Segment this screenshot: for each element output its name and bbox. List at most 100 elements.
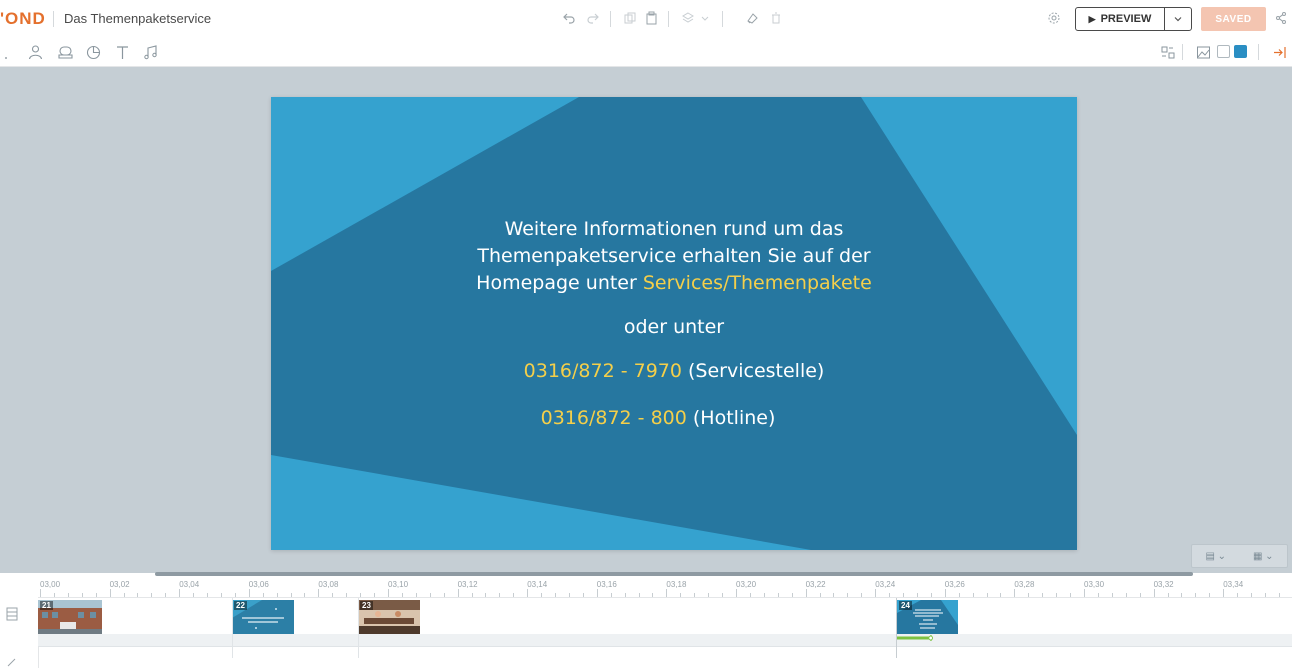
scene-number: 23 bbox=[360, 601, 373, 610]
timeline-tick-label: 03,26 bbox=[944, 580, 965, 589]
saved-button[interactable]: SAVED bbox=[1201, 7, 1266, 31]
scene-thumbnail[interactable]: 22 bbox=[232, 600, 294, 634]
color-swatch-white[interactable] bbox=[1217, 45, 1230, 58]
timeline-tick bbox=[805, 589, 807, 597]
horizontal-scrollbar[interactable] bbox=[155, 572, 1193, 576]
timeline-tick bbox=[1153, 589, 1155, 597]
timeline-tick bbox=[1084, 589, 1085, 597]
timeline-tick bbox=[429, 593, 431, 597]
scene-list-icon[interactable] bbox=[6, 607, 18, 621]
insert-toolbar bbox=[0, 37, 1292, 67]
timeline-tick bbox=[1237, 593, 1239, 597]
timeline-tick bbox=[1000, 593, 1002, 597]
timeline-tick bbox=[1264, 593, 1266, 597]
timeline-tick bbox=[471, 593, 473, 597]
timeline-tick bbox=[360, 593, 362, 597]
slide[interactable]: Weitere Informationen rund um das Themen… bbox=[271, 97, 1077, 550]
timeline-tick bbox=[81, 593, 83, 597]
timeline-tick-label: 03,32 bbox=[1153, 580, 1174, 589]
timeline-tick-label: 03,06 bbox=[248, 580, 269, 589]
timeline-tick-label: 03,12 bbox=[457, 580, 478, 589]
timeline-tick bbox=[388, 589, 389, 597]
grid-view-icon[interactable]: ▦ ⌄ bbox=[1253, 551, 1274, 562]
edit-icon[interactable] bbox=[6, 657, 18, 667]
layers-icon[interactable] bbox=[680, 9, 696, 27]
slide-text: Weitere Informationen rund um das Themen… bbox=[271, 97, 1077, 550]
timeline-tick bbox=[95, 593, 97, 597]
layout-icon[interactable] bbox=[1157, 42, 1177, 62]
app-logo[interactable]: 'OND bbox=[0, 9, 46, 29]
timeline-tick bbox=[40, 589, 41, 597]
delete-icon[interactable] bbox=[768, 9, 784, 27]
preview-dropdown[interactable] bbox=[1165, 14, 1191, 24]
paste-icon[interactable] bbox=[644, 9, 660, 27]
scene-thumbnail[interactable]: 24 bbox=[897, 600, 958, 634]
scene-icon[interactable] bbox=[0, 42, 20, 62]
timeline-tick-label: 03,22 bbox=[805, 580, 826, 589]
chart-icon[interactable] bbox=[83, 42, 103, 62]
timeline-tick-label: 03,28 bbox=[1014, 580, 1035, 589]
timeline-tick bbox=[680, 593, 682, 597]
timeline-tick bbox=[972, 593, 974, 597]
timeline-tick bbox=[986, 593, 988, 597]
timeline-tick bbox=[749, 593, 751, 597]
timeline-tick bbox=[930, 593, 932, 597]
timeline-tick bbox=[833, 593, 835, 597]
background-image-icon[interactable] bbox=[1193, 42, 1213, 62]
share-icon[interactable] bbox=[1273, 9, 1289, 27]
preview-label: PREVIEW bbox=[1100, 13, 1152, 25]
timeline-tick bbox=[847, 593, 849, 597]
timeline-tick bbox=[610, 593, 612, 597]
top-bar: 'OND Das Themenpaketservice ▶ PREVIEW SA… bbox=[0, 0, 1292, 38]
timeline-tick bbox=[541, 593, 543, 597]
timeline-tick bbox=[958, 593, 960, 597]
canvas-area: Weitere Informationen rund um das Themen… bbox=[0, 67, 1292, 573]
undo-icon[interactable] bbox=[561, 9, 577, 27]
timeline-tick bbox=[736, 589, 737, 597]
exit-icon[interactable] bbox=[1269, 42, 1289, 62]
timeline-tick bbox=[638, 593, 640, 597]
timeline-tick bbox=[1014, 589, 1016, 597]
phone-hotline: 0316/872 - 800 (Hotline) bbox=[271, 405, 1061, 431]
color-swatch-blue[interactable] bbox=[1234, 45, 1247, 58]
scene-duration-handle[interactable] bbox=[897, 635, 933, 641]
timeline-tick bbox=[1167, 593, 1169, 597]
copy-icon[interactable] bbox=[622, 9, 638, 27]
text-icon[interactable] bbox=[112, 42, 132, 62]
scene-track: 21 22 23 24 bbox=[38, 598, 1292, 635]
redo-icon[interactable] bbox=[585, 9, 601, 27]
prop-icon[interactable] bbox=[55, 42, 75, 62]
timeline-tick bbox=[1097, 593, 1099, 597]
phone-label-1: (Servicestelle) bbox=[681, 360, 825, 382]
timeline-tick bbox=[944, 589, 946, 597]
settings-icon[interactable] bbox=[1046, 9, 1062, 27]
timeline-tick bbox=[513, 593, 515, 597]
scene-thumbnail[interactable]: 23 bbox=[358, 600, 420, 634]
timeline-tick bbox=[485, 593, 487, 597]
view-toggle[interactable]: ▤ ⌄ ▦ ⌄ bbox=[1191, 544, 1288, 568]
timeline-tick-label: 03,00 bbox=[40, 580, 61, 589]
timeline-tick bbox=[346, 593, 348, 597]
preview-main[interactable]: ▶ PREVIEW bbox=[1076, 8, 1165, 30]
timeline-tools bbox=[0, 577, 39, 668]
timeline-tick bbox=[193, 593, 195, 597]
timeline-tick bbox=[1209, 593, 1211, 597]
divider bbox=[1182, 44, 1183, 60]
screen-view-icon[interactable]: ▤ ⌄ bbox=[1205, 551, 1226, 562]
scene-thumbnail[interactable]: 21 bbox=[38, 600, 102, 634]
character-icon[interactable] bbox=[25, 42, 45, 62]
timeline-tick bbox=[332, 593, 334, 597]
preview-button[interactable]: ▶ PREVIEW bbox=[1075, 7, 1192, 31]
document-title[interactable]: Das Themenpaketservice bbox=[64, 11, 211, 26]
timeline-tick bbox=[582, 593, 584, 597]
timeline-tick-label: 03,34 bbox=[1223, 580, 1244, 589]
chevron-down-icon[interactable] bbox=[697, 9, 713, 27]
divider bbox=[668, 11, 669, 27]
timeline-tick bbox=[903, 593, 905, 597]
clear-icon[interactable] bbox=[744, 9, 760, 27]
timeline-tick-label: 03,16 bbox=[596, 580, 617, 589]
timeline-tick bbox=[123, 593, 125, 597]
timeline-ruler[interactable]: 03,00 03,02 03,04 03,06 03,08 03,10 03,12 03,14… bbox=[38, 577, 1292, 598]
audio-icon[interactable] bbox=[140, 42, 160, 62]
timeline-tick bbox=[889, 593, 891, 597]
